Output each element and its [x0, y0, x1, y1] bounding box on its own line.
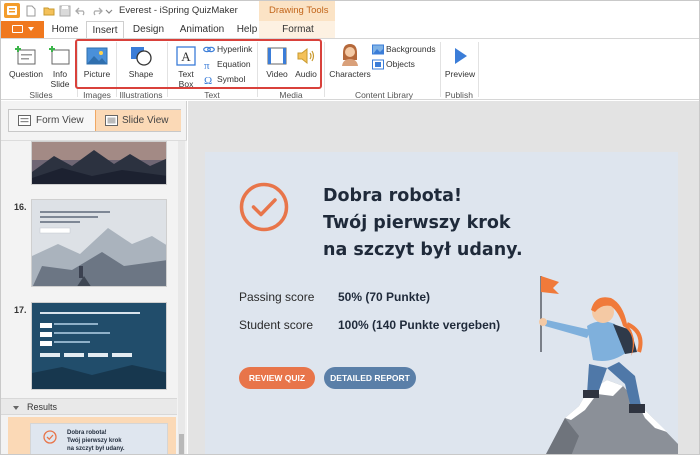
app-logo-icon [7, 6, 17, 15]
check-circle-icon [43, 430, 57, 444]
question-icon [15, 46, 36, 65]
character-icon [342, 44, 358, 66]
form-view-icon [18, 115, 31, 126]
info-slide-icon [49, 46, 70, 65]
slide-view-label: Slide View [122, 115, 169, 126]
customize-toolbar-icon[interactable] [105, 5, 113, 17]
tab-animation[interactable]: Animation [174, 21, 230, 38]
form-view-label: Form View [36, 115, 84, 126]
tab-help[interactable]: Help [234, 21, 260, 38]
group-label-media: Media [279, 90, 303, 100]
student-score-value: 100% (140 Punkte vergeben) [338, 318, 501, 332]
slides-panel: Form View Slide View 16. 17. Results Dob… [1, 101, 187, 454]
slide-editor-stage: Dobra robota! Twój pierwszy krok na szcz… [188, 101, 699, 454]
slide-number: 17. [14, 305, 27, 315]
drawing-tools-label: Drawing Tools [269, 5, 329, 16]
app-window: Everest - iSpring QuizMaker Drawing Tool… [0, 0, 700, 455]
slides-list: 16. 17. Results Dobra robota! Twój pierw… [1, 140, 187, 454]
objects-label: Objects [386, 59, 415, 69]
result-heading: Dobra robota! Twój pierwszy krok na szcz… [323, 183, 523, 264]
view-toggle: Form View Slide View [8, 109, 181, 132]
result-thumb-line: Twój pierwszy krok [67, 438, 122, 444]
file-menu-tab[interactable] [1, 21, 44, 38]
tab-design[interactable]: Design [128, 21, 169, 38]
slide-thumbnail[interactable] [31, 302, 167, 390]
open-folder-icon[interactable] [43, 5, 55, 17]
student-score-label: Student score [239, 318, 314, 332]
passing-score-value: 50% (70 Punkte) [338, 290, 431, 304]
info-slide-button[interactable]: Info Slide [47, 46, 73, 89]
tab-insert[interactable]: Insert [86, 21, 124, 38]
objects-button[interactable]: Objects [372, 58, 438, 70]
mountain-climber-illustration [539, 276, 678, 454]
group-label-illustrations: Illustrations [119, 90, 163, 100]
heading-line: na szczyt był udany. [323, 240, 523, 260]
slide-view-icon [105, 115, 118, 126]
slide-thumbnail[interactable] [31, 199, 167, 287]
file-icon [12, 25, 23, 33]
preview-label: Preview [444, 69, 476, 79]
form-view-button[interactable]: Form View [9, 110, 95, 131]
slide-number: 16. [14, 202, 27, 212]
mountain-image [32, 142, 166, 184]
group-separator [324, 42, 325, 97]
characters-button[interactable]: Characters [328, 43, 372, 79]
redo-icon[interactable] [91, 5, 103, 17]
group-label-slides: Slides [29, 90, 53, 100]
backgrounds-button[interactable]: Backgrounds [372, 43, 438, 55]
group-label-publish: Publish [445, 90, 473, 100]
snowy-mountain-image [32, 200, 166, 286]
scrollbar-thumb[interactable] [179, 434, 184, 454]
app-menu-button[interactable] [4, 3, 20, 18]
slide-canvas[interactable]: Dobra robota! Twój pierwszy krok na szcz… [205, 152, 678, 454]
result-slide-item[interactable]: Dobra robota! Twój pierwszy krok na szcz… [8, 417, 176, 454]
heading-line: Dobra robota! [323, 186, 462, 206]
group-separator [478, 42, 479, 97]
dark-blue-slide-image [32, 303, 166, 389]
chevron-down-icon [13, 406, 19, 410]
objects-icon [372, 59, 384, 70]
question-button[interactable]: Question [7, 46, 45, 79]
detailed-report-button[interactable]: DETAILED REPORT [324, 367, 416, 389]
result-thumb-line: na szczyt był udany. [67, 446, 125, 452]
passing-score-label: Passing score [239, 290, 315, 304]
undo-icon[interactable] [75, 5, 87, 17]
slide-view-button[interactable]: Slide View [95, 110, 181, 131]
results-label: Results [27, 402, 58, 412]
result-slide-thumbnail: Dobra robota! Twój pierwszy krok na szcz… [30, 423, 168, 454]
group-label-content-library: Content Library [354, 90, 414, 100]
chevron-down-icon [28, 27, 34, 31]
info-slide-label-line1: Info [52, 69, 68, 79]
group-separator [440, 42, 441, 97]
tab-home[interactable]: Home [48, 21, 82, 38]
title-bar: Everest - iSpring QuizMaker Drawing Tool… [1, 1, 699, 21]
heading-line: Twój pierwszy krok [323, 213, 511, 233]
info-slide-label-line2: Slide [50, 79, 70, 89]
slides-scrollbar[interactable] [178, 141, 185, 454]
backgrounds-label: Backgrounds [386, 44, 436, 54]
group-label-images: Images [83, 90, 111, 100]
new-file-icon[interactable] [25, 5, 37, 17]
insert-highlight-frame [75, 39, 322, 89]
results-section-header[interactable]: Results [1, 398, 177, 415]
play-icon [455, 48, 467, 64]
result-thumb-line: Dobra robota! [67, 430, 107, 436]
backgrounds-icon [372, 44, 384, 55]
check-circle-icon [239, 182, 289, 232]
characters-label: Characters [329, 69, 371, 79]
tab-format[interactable]: Format [277, 21, 319, 38]
save-icon[interactable] [59, 5, 71, 17]
review-quiz-button[interactable]: REVIEW QUIZ [239, 367, 315, 389]
slide-thumbnail[interactable] [31, 141, 167, 185]
window-title: Everest - iSpring QuizMaker [119, 5, 238, 16]
group-label-text: Text [204, 90, 220, 100]
preview-button[interactable]: Preview [443, 46, 477, 79]
question-label: Question [8, 69, 44, 79]
